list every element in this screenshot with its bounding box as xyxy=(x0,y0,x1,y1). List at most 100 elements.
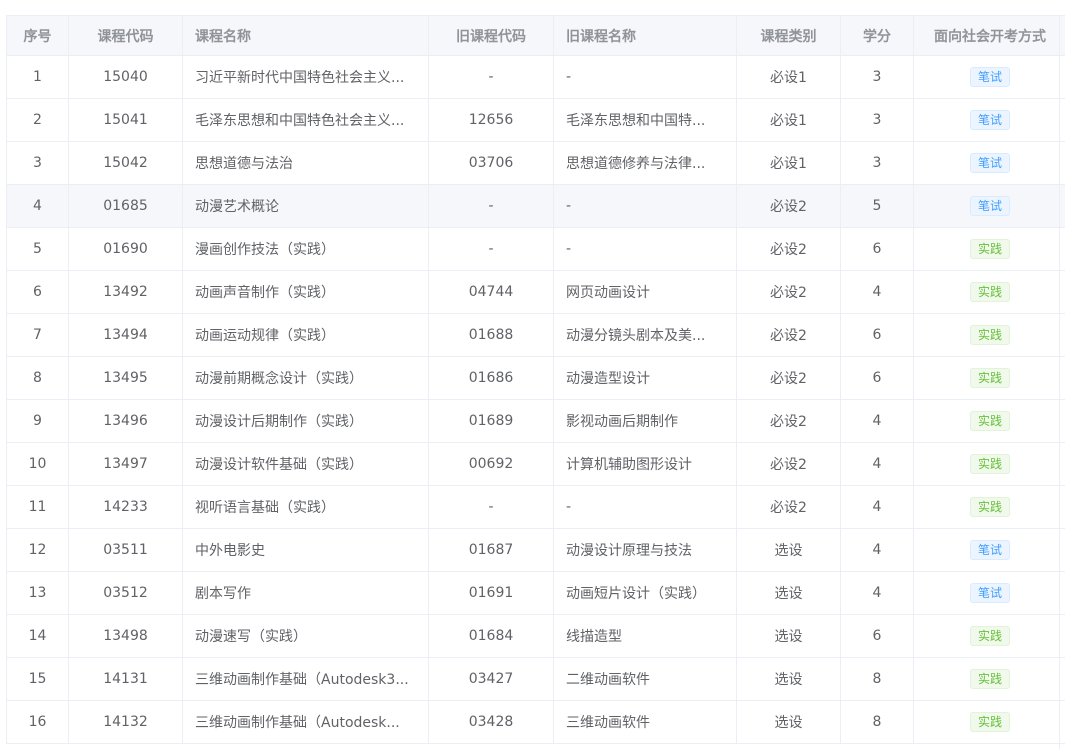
row-index-cell: 4 xyxy=(6,184,69,228)
practice-exam-tag: 实践 xyxy=(969,239,1010,259)
row-index-cell: 1 xyxy=(6,55,69,99)
table-row[interactable]: 7 13494 动画运动规律（实践） 01688 动漫分镜头剧本及美... 必设2 6 实践 xyxy=(6,313,1065,357)
course-name-cell: 思想道德与法治 xyxy=(182,141,429,185)
course-type-cell: 必设2 xyxy=(736,270,841,314)
row-index-cell: 7 xyxy=(6,313,69,357)
course-credit-cell: 3 xyxy=(840,141,914,185)
table-row[interactable]: 4 01685 动漫艺术概论 - - 必设2 5 笔试 xyxy=(6,184,1065,228)
old-course-name-cell: 网页动画设计 xyxy=(553,270,737,314)
course-code-cell: 13497 xyxy=(68,442,183,486)
table-row[interactable]: 15 14131 三维动画制作基础（Autodesk3... 03427 二维动画软件选… xyxy=(6,657,1065,701)
exam-mode-cell: 笔试 xyxy=(913,528,1065,572)
old-course-code-cell: 01684 xyxy=(428,614,554,658)
course-name-cell: 动漫设计软件基础（实践） xyxy=(182,442,429,486)
course-code-cell: 01690 xyxy=(68,227,183,271)
practice-exam-tag: 实践 xyxy=(969,454,1010,474)
table-row[interactable]: 5 01690 漫画创作技法（实践） - - 必设2 6 实践 xyxy=(6,227,1065,271)
course-name-cell: 动漫设计后期制作（实践） xyxy=(182,399,429,443)
old-course-name-cell: 二维动画软件 xyxy=(553,657,737,701)
table-row[interactable]: 6 13492 动画声音制作（实践） 04744 网页动画设计 必设2 4 实践 xyxy=(6,270,1065,314)
exam-mode-cell: 实践 xyxy=(913,485,1065,529)
exam-mode-cell: 实践 xyxy=(913,227,1065,271)
table-row[interactable]: 14 13498 动漫速写（实践） 01684 线描造型 选设 6 实践 xyxy=(6,614,1065,658)
table-row[interactable]: 8 13495 动漫前期概念设计（实践） 01686 动漫造型设计 必设2 6 实践 xyxy=(6,356,1065,400)
old-course-name-cell: 动漫造型设计 xyxy=(553,356,737,400)
practice-exam-tag: 实践 xyxy=(969,669,1010,689)
table-row[interactable]: 9 13496 动漫设计后期制作（实践） 01689 影视动画后期制作 必设2 4 实践 xyxy=(6,399,1065,443)
column-header-type[interactable]: 课程类别 xyxy=(736,15,841,56)
row-index-cell: 13 xyxy=(6,571,69,615)
table-row[interactable]: 12 03511 中外电影史 01687 动漫设计原理与技法 选设 4 笔试 xyxy=(6,528,1065,572)
exam-mode-cell: 实践 xyxy=(913,313,1065,357)
course-credit-cell: 8 xyxy=(840,657,914,701)
course-code-cell: 13492 xyxy=(68,270,183,314)
old-course-code-cell: 03706 xyxy=(428,141,554,185)
column-header-credit[interactable]: 学分 xyxy=(840,15,914,56)
row-index-cell: 5 xyxy=(6,227,69,271)
course-name-cell: 动漫前期概念设计（实践） xyxy=(182,356,429,400)
course-type-cell: 必设2 xyxy=(736,399,841,443)
table-row[interactable]: 2 15041 毛泽东思想和中国特色社会主义... 12656 毛泽东思想和中国特...… xyxy=(6,98,1065,142)
column-header-old-name[interactable]: 旧课程名称 xyxy=(553,15,737,56)
exam-mode-cell: 笔试 xyxy=(913,571,1065,615)
column-header-name[interactable]: 课程名称 xyxy=(182,15,429,56)
exam-mode-cell: 实践 xyxy=(913,614,1065,658)
table-row[interactable]: 3 15042 思想道德与法治 03706 思想道德修养与法律... 必设1 3 笔试 xyxy=(6,141,1065,185)
table-row[interactable]: 16 14132 三维动画制作基础（Autodesk... 03428 三维动画软件 选设… xyxy=(6,700,1065,744)
table-row[interactable]: 10 13497 动漫设计软件基础（实践） 00692 计算机辅助图形设计 必设2 4 实践 xyxy=(6,442,1065,486)
exam-mode-cell: 笔试 xyxy=(913,55,1065,99)
course-code-cell: 15041 xyxy=(68,98,183,142)
row-index-cell: 3 xyxy=(6,141,69,185)
practice-exam-tag: 实践 xyxy=(969,282,1010,302)
course-name-cell: 毛泽东思想和中国特色社会主义... xyxy=(182,98,429,142)
course-type-cell: 必设2 xyxy=(736,227,841,271)
course-type-cell: 选设 xyxy=(736,700,841,744)
table-row[interactable]: 11 14233 视听语言基础（实践） - - 必设2 4 实践 xyxy=(6,485,1065,529)
course-type-cell: 选设 xyxy=(736,571,841,615)
table-row[interactable]: 13 03512 剧本写作 01691 动画短片设计（实践） 选设 4 笔试 xyxy=(6,571,1065,615)
course-name-cell: 三维动画制作基础（Autodesk... xyxy=(182,700,429,744)
course-credit-cell: 3 xyxy=(840,98,914,142)
old-course-code-cell: 00692 xyxy=(428,442,554,486)
column-header-old-code[interactable]: 旧课程代码 xyxy=(428,15,554,56)
course-code-cell: 03512 xyxy=(68,571,183,615)
practice-exam-tag: 实践 xyxy=(969,712,1010,732)
course-credit-cell: 3 xyxy=(840,55,914,99)
exam-mode-cell: 笔试 xyxy=(913,184,1065,228)
old-course-name-cell: - xyxy=(553,55,737,99)
course-code-cell: 13498 xyxy=(68,614,183,658)
old-course-name-cell: 影视动画后期制作 xyxy=(553,399,737,443)
course-name-cell: 漫画创作技法（实践） xyxy=(182,227,429,271)
course-code-cell: 14131 xyxy=(68,657,183,701)
column-header-code[interactable]: 课程代码 xyxy=(68,15,183,56)
column-header-index[interactable]: 序号 xyxy=(6,15,69,56)
course-code-cell: 13496 xyxy=(68,399,183,443)
old-course-name-cell: 毛泽东思想和中国特... xyxy=(553,98,737,142)
course-type-cell: 选设 xyxy=(736,528,841,572)
course-credit-cell: 6 xyxy=(840,313,914,357)
course-type-cell: 必设1 xyxy=(736,141,841,185)
old-course-name-cell: 动漫分镜头剧本及美... xyxy=(553,313,737,357)
old-course-code-cell: 01687 xyxy=(428,528,554,572)
exam-mode-cell: 实践 xyxy=(913,356,1065,400)
row-index-cell: 10 xyxy=(6,442,69,486)
course-type-cell: 必设2 xyxy=(736,442,841,486)
old-course-code-cell: 12656 xyxy=(428,98,554,142)
old-course-name-cell: 线描造型 xyxy=(553,614,737,658)
exam-mode-cell: 实践 xyxy=(913,657,1065,701)
old-course-code-cell: - xyxy=(428,184,554,228)
exam-mode-cell: 实践 xyxy=(913,700,1065,744)
old-course-code-cell: - xyxy=(428,55,554,99)
course-code-cell: 14233 xyxy=(68,485,183,529)
written-exam-tag: 笔试 xyxy=(969,196,1010,216)
old-course-code-cell: 04744 xyxy=(428,270,554,314)
old-course-name-cell: - xyxy=(553,227,737,271)
written-exam-tag: 笔试 xyxy=(969,110,1010,130)
table-row[interactable]: 1 15040 习近平新时代中国特色社会主义... - - 必设1 3 笔试 xyxy=(6,55,1065,99)
table-right-border xyxy=(1059,15,1060,749)
column-header-exam-mode[interactable]: 面向社会开考方式 xyxy=(913,15,1065,56)
old-course-name-cell: - xyxy=(553,485,737,529)
course-credit-cell: 4 xyxy=(840,528,914,572)
old-course-code-cell: 01691 xyxy=(428,571,554,615)
course-credit-cell: 4 xyxy=(840,399,914,443)
